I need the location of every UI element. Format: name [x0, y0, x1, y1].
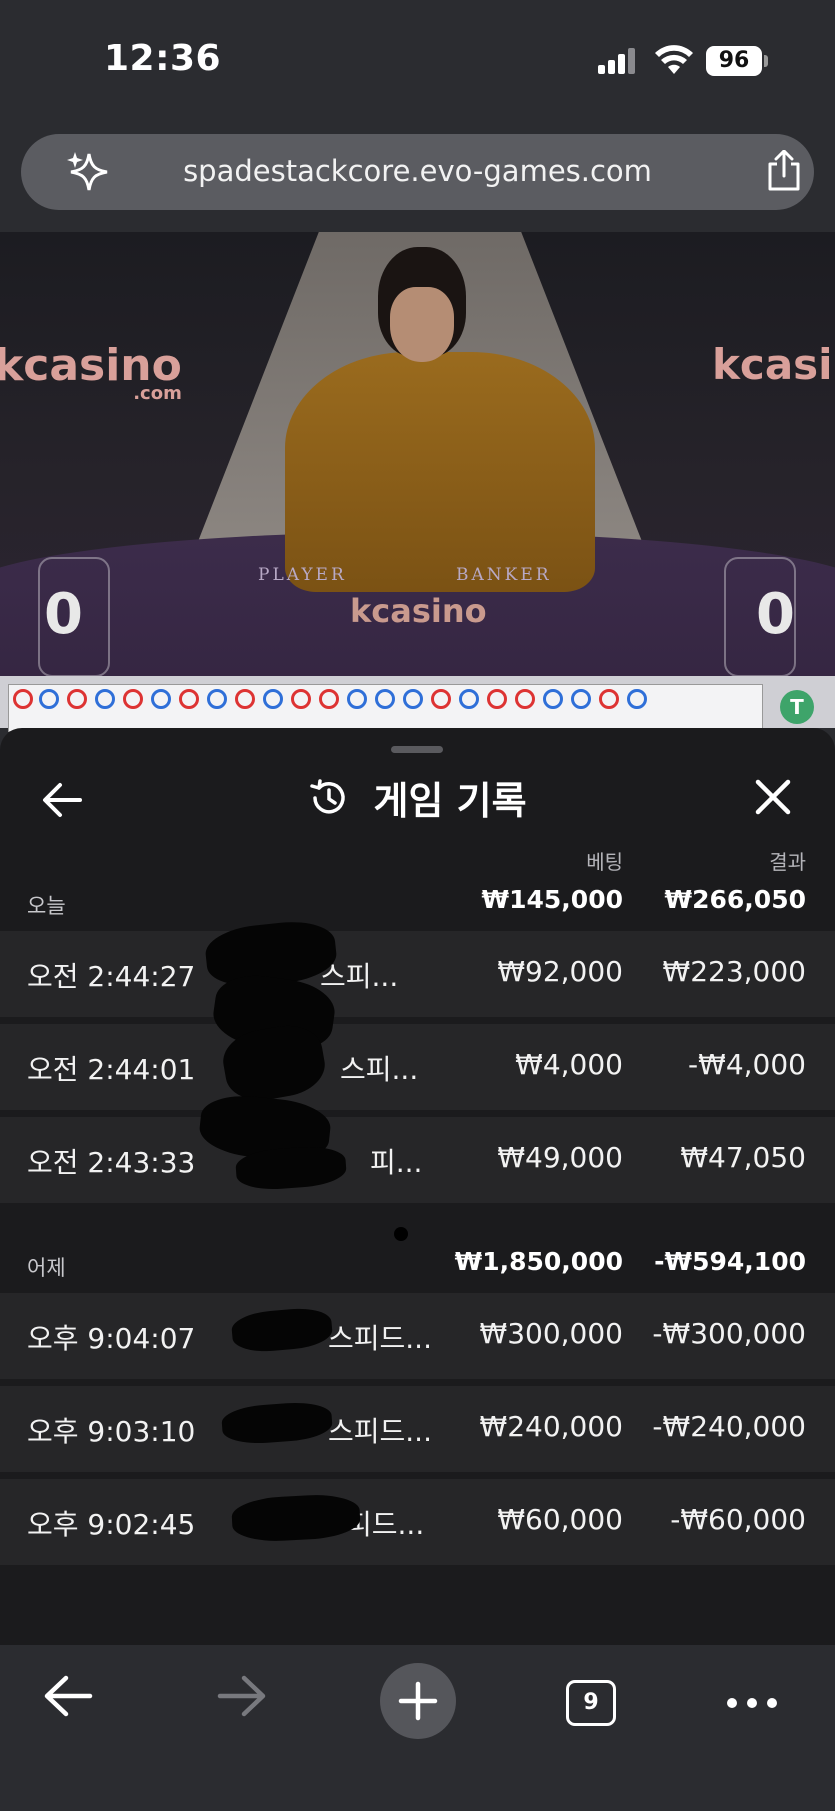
history-row[interactable]: 오후 9:02:45 피드... ₩60,000 -₩60,000: [0, 1479, 835, 1565]
column-header-result: 결과: [769, 850, 806, 874]
history-icon: [310, 778, 346, 814]
row-bet: ₩4,000: [515, 1048, 623, 1081]
brand-logo-table: kcasino: [350, 592, 487, 630]
history-row[interactable]: 오전 2:43:33 피... ₩49,000 ₩47,050: [0, 1117, 835, 1203]
wifi-icon: [655, 45, 693, 74]
column-header-bet: 베팅: [586, 850, 623, 874]
bead-red: [291, 689, 311, 709]
sheet-grabber[interactable]: [391, 746, 443, 753]
group-result-total-yesterday: -₩594,100: [654, 1247, 806, 1276]
bead-blue: [95, 689, 115, 709]
bead-red: [487, 689, 507, 709]
new-tab-button[interactable]: [380, 1663, 456, 1739]
group-result-total-today: ₩266,050: [664, 885, 806, 914]
player-area-label: PLAYER: [258, 565, 347, 585]
bead-red: [431, 689, 451, 709]
close-icon[interactable]: [754, 778, 792, 816]
row-time: 오전 2:44:27: [27, 960, 196, 993]
banker-area-label: BANKER: [456, 565, 552, 585]
row-time: 오전 2:44:01: [27, 1053, 196, 1086]
row-bet: ₩300,000: [479, 1317, 623, 1350]
forward-icon[interactable]: [216, 1673, 268, 1719]
row-bet: ₩240,000: [479, 1410, 623, 1443]
plus-icon: [398, 1681, 438, 1721]
row-bet: ₩92,000: [497, 955, 623, 988]
brand-logo-left: kcasino .com: [0, 340, 182, 404]
row-result: -₩60,000: [670, 1503, 806, 1536]
bead-blue: [39, 689, 59, 709]
group-bet-total-yesterday: ₩1,850,000: [454, 1247, 623, 1276]
status-time: 12:36: [104, 38, 222, 79]
row-bet: ₩49,000: [497, 1141, 623, 1174]
row-result: -₩240,000: [652, 1410, 806, 1443]
brand-text-table: kcasino: [350, 592, 487, 630]
bead-red: [67, 689, 87, 709]
battery-indicator: 96: [706, 46, 762, 76]
history-row[interactable]: 오전 2:44:01 스피... ₩4,000 -₩4,000: [0, 1024, 835, 1110]
history-row[interactable]: 오후 9:04:07 스피드... ₩300,000 -₩300,000: [0, 1293, 835, 1379]
dealer-body: [285, 352, 595, 592]
row-result: ₩47,050: [680, 1141, 806, 1174]
battery-nub: [764, 55, 768, 67]
player-score: 0: [44, 582, 83, 647]
banker-score: 0: [756, 582, 795, 647]
group-label-today: 오늘: [27, 894, 66, 918]
bead-blue: [627, 689, 647, 709]
row-time: 오전 2:43:33: [27, 1146, 196, 1179]
bead-red: [13, 689, 33, 709]
bead-blue: [151, 689, 171, 709]
page: 12:36 96 spadestackcore.evo-games.com kc…: [0, 0, 835, 1811]
row-time: 오후 9:03:10: [27, 1415, 196, 1448]
bead-blue: [375, 689, 395, 709]
group-label-yesterday: 어제: [27, 1256, 66, 1280]
brand-logo-right: kcasino: [712, 340, 835, 389]
bead-blue: [459, 689, 479, 709]
bead-red: [515, 689, 535, 709]
live-video-stream[interactable]: kcasino .com kcasino kcasino PLAYER BANK…: [0, 232, 835, 676]
bead-blue: [571, 689, 591, 709]
brand-text-right: kcasino: [712, 340, 835, 389]
roadmap-strip[interactable]: T: [0, 676, 835, 732]
browser-toolbar: 9: [0, 1645, 835, 1811]
sheet-title: 게임 기록: [373, 779, 527, 823]
bead-blue: [263, 689, 283, 709]
status-bar: 12:36 96: [0, 0, 835, 125]
bead-blue: [207, 689, 227, 709]
tie-indicator: T: [780, 690, 814, 724]
bead-blue: [347, 689, 367, 709]
row-game: 스피드...: [328, 1322, 432, 1355]
row-time: 오후 9:04:07: [27, 1322, 196, 1355]
row-game: 스피...: [340, 1053, 419, 1086]
bead-red: [123, 689, 143, 709]
bead-red: [179, 689, 199, 709]
row-game: 스피드...: [328, 1415, 432, 1448]
dealer-face: [390, 287, 454, 362]
sheet-header: 게임 기록: [0, 770, 835, 825]
cellular-signal-icon: [598, 48, 638, 74]
address-bar[interactable]: spadestackcore.evo-games.com: [21, 134, 814, 210]
tabs-button[interactable]: 9: [566, 1680, 616, 1726]
bead-red: [235, 689, 255, 709]
bead-road: [8, 684, 763, 732]
share-icon[interactable]: [765, 150, 803, 192]
history-row[interactable]: 오전 2:44:27 스피... ₩92,000 ₩223,000: [0, 931, 835, 1017]
row-result: -₩300,000: [652, 1317, 806, 1350]
game-history-sheet: 게임 기록 베팅 결과 오늘 ₩145,000 ₩266,050 오전 2:44…: [0, 728, 835, 1645]
row-game: 피...: [370, 1146, 423, 1179]
url-text[interactable]: spadestackcore.evo-games.com: [121, 154, 714, 188]
history-row[interactable]: 오후 9:03:10 스피드... ₩240,000 -₩240,000: [0, 1386, 835, 1472]
row-time: 오후 9:02:45: [27, 1508, 196, 1541]
row-result: -₩4,000: [688, 1048, 806, 1081]
stray-dot: [394, 1227, 408, 1241]
more-icon[interactable]: [726, 1697, 778, 1709]
bead-red: [599, 689, 619, 709]
row-result: ₩223,000: [662, 955, 806, 988]
group-bet-total-today: ₩145,000: [481, 885, 623, 914]
bead-blue: [403, 689, 423, 709]
bead-red: [319, 689, 339, 709]
back-icon[interactable]: [42, 1673, 94, 1719]
sparkle-icon[interactable]: [67, 150, 109, 194]
bead-blue: [543, 689, 563, 709]
row-bet: ₩60,000: [497, 1503, 623, 1536]
